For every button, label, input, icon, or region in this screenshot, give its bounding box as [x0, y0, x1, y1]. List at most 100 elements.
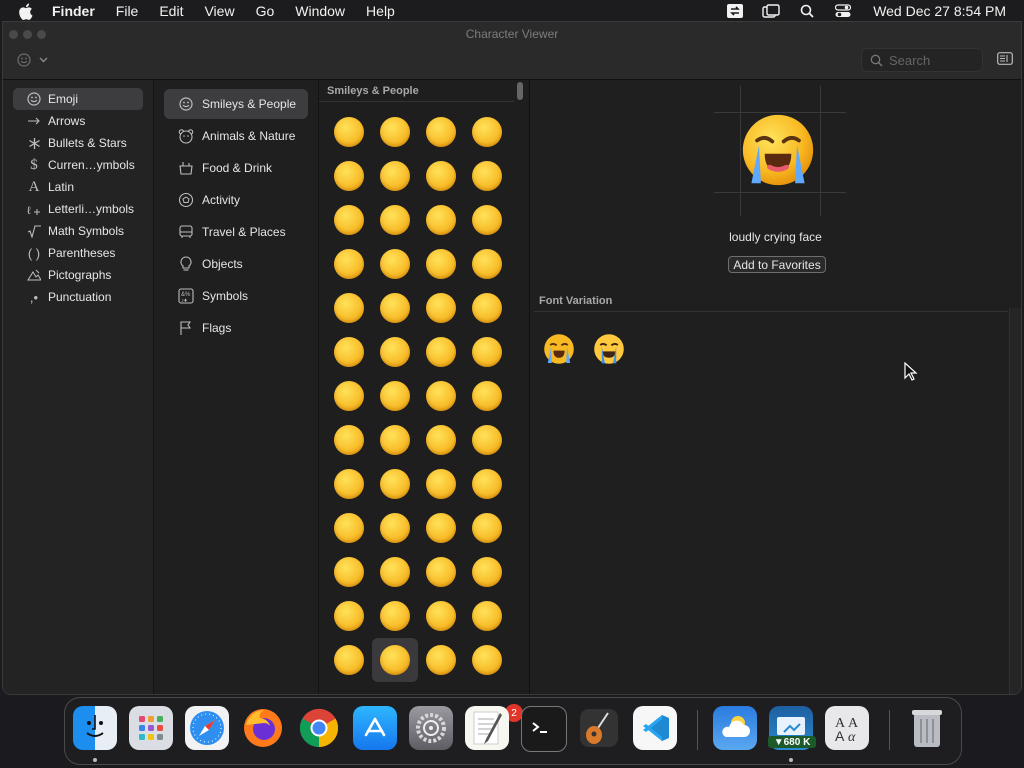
font-book-app-icon[interactable]: AAAα [825, 706, 869, 750]
scrollbar-thumb[interactable] [517, 82, 523, 100]
category-item[interactable]: ,• Punctuation [13, 286, 143, 308]
emoji-cell[interactable] [464, 506, 510, 550]
emoji-cell[interactable] [372, 638, 418, 682]
emoji-cell[interactable] [326, 462, 372, 506]
emoji-cell[interactable] [418, 330, 464, 374]
subcategory-item[interactable]: Food & Drink [164, 153, 308, 183]
subcategory-item[interactable]: Activity [164, 185, 308, 215]
emoji-cell[interactable] [464, 638, 510, 682]
sync-icon[interactable] [725, 3, 745, 19]
emoji-cell[interactable] [464, 374, 510, 418]
menu-go[interactable]: Go [256, 3, 275, 19]
emoji-cell[interactable] [418, 154, 464, 198]
emoji-cell[interactable] [372, 418, 418, 462]
safari-app-icon[interactable] [185, 706, 229, 750]
subcategory-item[interactable]: Travel & Places [164, 217, 308, 247]
emoji-cell[interactable] [418, 242, 464, 286]
emoji-cell[interactable] [372, 550, 418, 594]
emoji-cell[interactable] [418, 110, 464, 154]
weather-app-icon[interactable] [713, 706, 757, 750]
emoji-cell[interactable] [326, 550, 372, 594]
menu-help[interactable]: Help [366, 3, 395, 19]
emoji-cell[interactable] [326, 286, 372, 330]
firefox-app-icon[interactable] [241, 706, 285, 750]
emoji-cell[interactable] [372, 506, 418, 550]
emoji-cell[interactable] [326, 330, 372, 374]
launchpad-app-icon[interactable] [129, 706, 173, 750]
emoji-cell[interactable] [464, 330, 510, 374]
menu-app-name[interactable]: Finder [52, 3, 95, 19]
emoji-cell[interactable] [372, 330, 418, 374]
detail-scrollbar[interactable] [1009, 308, 1021, 694]
category-item[interactable]: Arrows [13, 110, 143, 132]
emoji-cell[interactable] [372, 462, 418, 506]
emoji-cell[interactable] [464, 110, 510, 154]
emoji-cell[interactable] [418, 462, 464, 506]
window-icon[interactable] [761, 3, 781, 19]
emoji-cell[interactable] [326, 198, 372, 242]
emoji-cell[interactable] [372, 154, 418, 198]
subcategory-item[interactable]: &% ♪♦ Symbols [164, 281, 308, 311]
category-item[interactable]: ℓ Letterli…ymbols [13, 198, 143, 220]
emoji-cell[interactable] [418, 198, 464, 242]
emoji-cell[interactable] [418, 550, 464, 594]
emoji-cell[interactable] [418, 594, 464, 638]
emoji-cell[interactable] [326, 506, 372, 550]
category-item[interactable]: Bullets & Stars [13, 132, 143, 154]
emoji-cell[interactable] [418, 374, 464, 418]
control-center-icon[interactable] [833, 3, 853, 19]
emoji-cell[interactable] [464, 418, 510, 462]
action-menu-button[interactable] [17, 52, 57, 68]
terminal-app-icon[interactable] [521, 706, 567, 752]
subcategory-item[interactable]: Smileys & People [164, 89, 308, 119]
emoji-cell[interactable] [372, 374, 418, 418]
trash-icon[interactable] [905, 706, 949, 750]
category-item[interactable]: A Latin [13, 176, 143, 198]
emoji-cell[interactable] [326, 110, 372, 154]
finder-app-icon[interactable] [73, 706, 117, 750]
chrome-app-icon[interactable] [297, 706, 341, 750]
emoji-cell[interactable] [326, 638, 372, 682]
app-store-app-icon[interactable] [353, 706, 397, 750]
emoji-cell[interactable] [464, 198, 510, 242]
emoji-cell[interactable] [464, 242, 510, 286]
category-item[interactable]: ( ) Parentheses [13, 242, 143, 264]
emoji-cell[interactable] [372, 110, 418, 154]
emoji-cell[interactable] [326, 374, 372, 418]
emoji-cell[interactable] [464, 594, 510, 638]
search-input[interactable] [887, 51, 979, 69]
emoji-cell[interactable] [418, 638, 464, 682]
apple-menu-icon[interactable] [18, 2, 36, 20]
emoji-cell[interactable] [418, 506, 464, 550]
emoji-cell[interactable] [326, 242, 372, 286]
emoji-cell[interactable] [464, 550, 510, 594]
category-item[interactable]: Emoji [13, 88, 143, 110]
subcategory-item[interactable]: Flags [164, 313, 308, 343]
info-panel-toggle-icon[interactable] [997, 52, 1013, 66]
visual-studio-code-app-icon[interactable] [633, 706, 677, 750]
system-settings-app-icon[interactable] [409, 706, 453, 750]
emoji-cell[interactable] [372, 594, 418, 638]
search-field[interactable] [861, 48, 983, 72]
emoji-cell[interactable] [372, 242, 418, 286]
emoji-cell[interactable] [372, 198, 418, 242]
font-variation-item[interactable] [542, 332, 576, 366]
menu-window[interactable]: Window [295, 3, 345, 19]
category-item[interactable]: $ Curren…ymbols [13, 154, 143, 176]
emoji-cell[interactable] [418, 286, 464, 330]
emoji-cell[interactable] [326, 594, 372, 638]
menu-view[interactable]: View [204, 3, 234, 19]
emoji-cell[interactable] [464, 462, 510, 506]
emoji-cell[interactable] [418, 418, 464, 462]
category-item[interactable]: Pictographs [13, 264, 143, 286]
subcategory-item[interactable]: Objects [164, 249, 308, 279]
textedit-app-icon[interactable] [465, 706, 509, 750]
category-item[interactable]: Math Symbols [13, 220, 143, 242]
menu-clock[interactable]: Wed Dec 27 8:54 PM [873, 3, 1006, 19]
emoji-cell[interactable] [326, 154, 372, 198]
font-variation-item[interactable] [592, 332, 626, 366]
emoji-cell[interactable] [464, 154, 510, 198]
emoji-cell[interactable] [326, 418, 372, 462]
add-to-favorites-button[interactable]: Add to Favorites [728, 256, 826, 273]
subcategory-item[interactable]: Animals & Nature [164, 121, 308, 151]
